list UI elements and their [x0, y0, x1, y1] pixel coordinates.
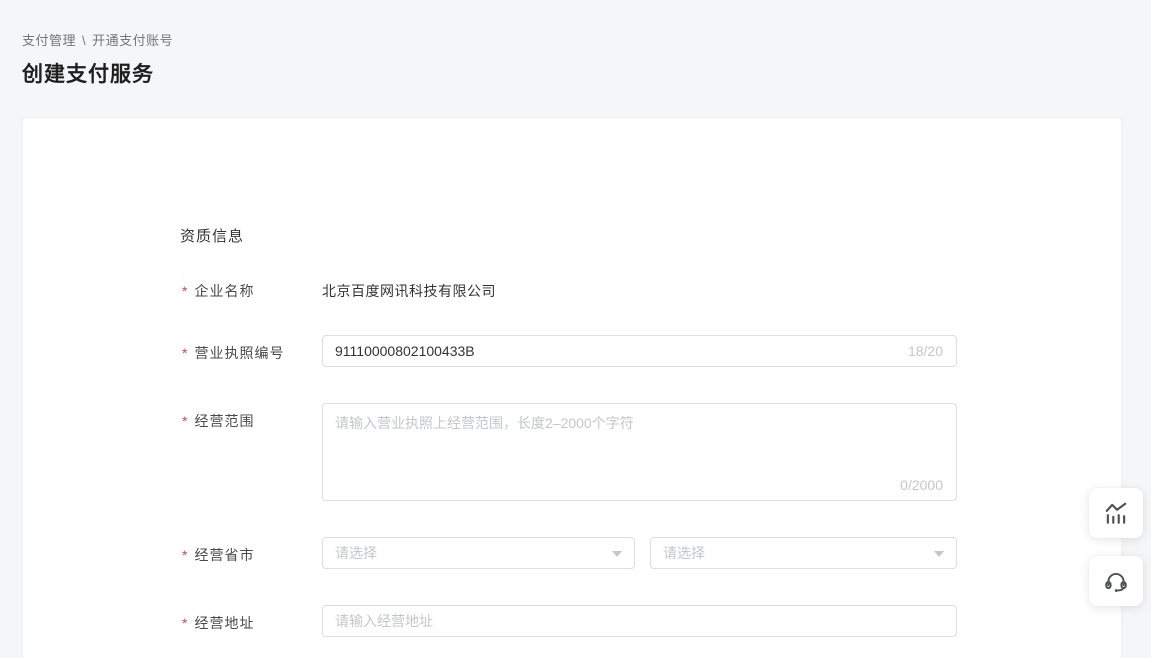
city-select-placeholder: 请选择 [663, 543, 705, 563]
breadcrumb: 支付管理 \ 开通支付账号 [22, 30, 173, 49]
license-number-input[interactable] [322, 335, 957, 367]
required-mark: * [182, 345, 188, 361]
company-name-value: 北京百度网讯科技有限公司 [322, 281, 496, 301]
business-scope-field-wrap: 0/2000 [322, 403, 957, 501]
address-field-wrap [322, 605, 957, 637]
city-select[interactable]: 请选择 [650, 537, 957, 569]
company-name-label: *企业名称 [182, 281, 254, 301]
page-title: 创建支付服务 [22, 58, 154, 88]
analytics-chart-icon [1103, 500, 1129, 526]
business-scope-textarea[interactable] [322, 403, 957, 501]
province-city-label: *经营省市 [182, 545, 254, 565]
breadcrumb-item-payment-management[interactable]: 支付管理 [22, 33, 76, 48]
customer-service-button[interactable] [1089, 556, 1143, 606]
license-number-field-wrap: 18/20 [322, 335, 957, 367]
province-select[interactable]: 请选择 [322, 537, 635, 569]
required-mark: * [182, 283, 188, 299]
license-number-label: *营业执照编号 [182, 343, 284, 363]
breadcrumb-separator: \ [82, 33, 86, 48]
customer-service-headset-icon [1103, 568, 1129, 594]
analytics-button[interactable] [1089, 488, 1143, 538]
business-scope-label: *经营范围 [182, 411, 254, 431]
address-label: *经营地址 [182, 613, 254, 633]
required-mark: * [182, 547, 188, 563]
chevron-down-icon [612, 551, 622, 557]
address-input[interactable] [322, 605, 957, 637]
required-mark: * [182, 413, 188, 429]
breadcrumb-item-open-payment-account: 开通支付账号 [92, 33, 173, 48]
form-panel [22, 117, 1122, 658]
required-mark: * [182, 615, 188, 631]
section-title-qualification-info: 资质信息 [180, 225, 244, 246]
chevron-down-icon [934, 551, 944, 557]
province-select-placeholder: 请选择 [335, 543, 377, 563]
